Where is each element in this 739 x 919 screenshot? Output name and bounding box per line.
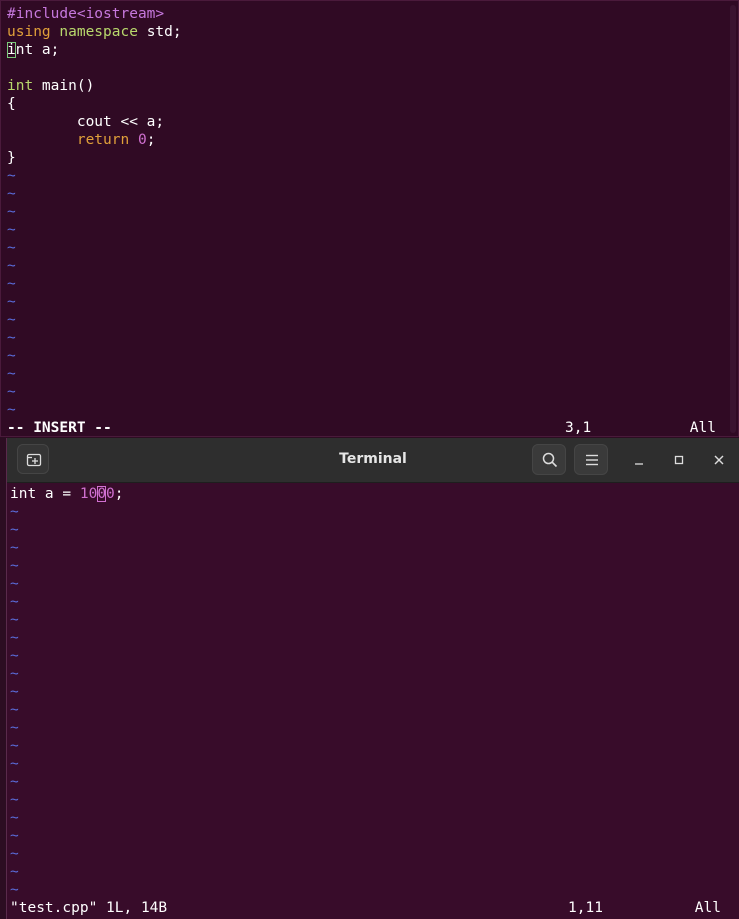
- code-line-2: using namespace std;: [7, 23, 182, 41]
- empty-line-tilde: ~: [10, 810, 19, 826]
- empty-line-tilde: ~: [7, 330, 16, 346]
- keyword-namespace: namespace: [59, 24, 138, 40]
- top-terminal-window[interactable]: #include<iostream> using namespace std; in…: [0, 0, 739, 437]
- vim-status-line-top: -- INSERT -- 3,1 All: [7, 419, 732, 437]
- keyword-using: using: [7, 24, 51, 40]
- empty-line-tilde: ~: [10, 576, 19, 592]
- scrollbar[interactable]: [730, 5, 736, 433]
- search-button[interactable]: [532, 444, 566, 475]
- vim-editor-bottom[interactable]: int a = 1000; ~ ~ ~ ~ ~ ~ ~ ~ ~ ~ ~ ~ ~ ~ ~ ~ ~ ~ ~ ~ ~ ~: [10, 485, 124, 899]
- code-line-1: #include<iostream>: [7, 5, 182, 23]
- empty-line-tilde: ~: [7, 294, 16, 310]
- cursor-position: 3,1: [565, 420, 592, 436]
- close-button[interactable]: [709, 450, 729, 470]
- keyword-return: return: [76, 132, 130, 148]
- text-cursor: i: [7, 42, 16, 58]
- text-cursor: 0: [97, 486, 107, 502]
- new-tab-button[interactable]: [17, 444, 49, 474]
- empty-line-tilde: ~: [7, 258, 16, 274]
- empty-line-tilde: ~: [10, 648, 19, 664]
- empty-line-tilde: ~: [10, 558, 19, 574]
- empty-line-tilde: ~: [7, 168, 16, 184]
- empty-line-tilde: ~: [10, 882, 19, 898]
- number-literal-part: 10: [79, 486, 98, 502]
- code-line-3-rest: nt a;: [15, 42, 60, 58]
- declaration-prefix: int a =: [10, 486, 80, 502]
- empty-line-tilde: ~: [7, 240, 16, 256]
- code-line-1: int a = 1000;: [10, 485, 124, 503]
- code-line-4-empty: [7, 59, 182, 77]
- include-header: <iostream>: [76, 6, 165, 22]
- scroll-indicator: All: [689, 420, 716, 436]
- empty-line-tilde: ~: [10, 702, 19, 718]
- semicolon: ;: [114, 486, 124, 502]
- main-signature: main(): [33, 78, 95, 94]
- insert-mode-indicator: -- INSERT --: [7, 420, 112, 436]
- keyword-int: int: [7, 78, 34, 94]
- code-line-8: return 0;: [7, 131, 182, 149]
- empty-line-tilde: ~: [7, 276, 16, 292]
- empty-line-tilde: ~: [10, 594, 19, 610]
- empty-line-tilde: ~: [10, 738, 19, 754]
- empty-line-tilde: ~: [10, 774, 19, 790]
- namespace-rest: std;: [137, 24, 182, 40]
- code-line-5: int main(): [7, 77, 182, 95]
- preprocessor-directive: #include: [7, 6, 77, 22]
- terminal-titlebar[interactable]: Terminal: [7, 438, 739, 483]
- empty-line-tilde: ~: [10, 864, 19, 880]
- empty-line-tilde: ~: [7, 366, 16, 382]
- code-line-9: }: [7, 150, 16, 166]
- empty-line-tilde: ~: [10, 540, 19, 556]
- minimize-button[interactable]: [629, 450, 649, 470]
- empty-line-tilde: ~: [10, 792, 19, 808]
- empty-line-tilde: ~: [10, 756, 19, 772]
- number-literal-part: 0: [106, 486, 115, 502]
- empty-line-tilde: ~: [10, 522, 19, 538]
- code-line-3: int a;: [7, 41, 182, 59]
- file-info-message: "test.cpp" 1L, 14B: [10, 900, 168, 916]
- empty-line-tilde: ~: [10, 828, 19, 844]
- vim-editor-top[interactable]: #include<iostream> using namespace std; in…: [7, 5, 182, 419]
- semicolon: ;: [146, 132, 156, 148]
- vim-status-line-bottom: "test.cpp" 1L, 14B 1,11 All: [10, 899, 733, 917]
- empty-line-tilde: ~: [7, 312, 16, 328]
- empty-line-tilde: ~: [10, 720, 19, 736]
- empty-line-tilde: ~: [10, 684, 19, 700]
- empty-line-tilde: ~: [10, 612, 19, 628]
- cursor-position: 1,11: [568, 900, 603, 916]
- empty-line-tilde: ~: [7, 402, 16, 418]
- empty-line-tilde: ~: [7, 204, 16, 220]
- scroll-indicator: All: [694, 900, 721, 916]
- code-line-7: cout << a;: [7, 114, 165, 130]
- maximize-button[interactable]: [669, 450, 689, 470]
- terminal-window[interactable]: Terminal int a = 1000; ~ ~ ~ ~ ~ ~ ~ ~ ~…: [6, 438, 739, 919]
- empty-line-tilde: ~: [10, 846, 19, 862]
- empty-line-tilde: ~: [10, 504, 19, 520]
- code-line-6: {: [7, 96, 16, 112]
- empty-line-tilde: ~: [7, 186, 16, 202]
- empty-line-tilde: ~: [10, 666, 19, 682]
- empty-line-tilde: ~: [7, 222, 16, 238]
- empty-line-tilde: ~: [7, 348, 16, 364]
- return-value: 0: [137, 132, 147, 148]
- empty-line-tilde: ~: [10, 630, 19, 646]
- menu-button[interactable]: [574, 444, 608, 475]
- empty-line-tilde: ~: [7, 384, 16, 400]
